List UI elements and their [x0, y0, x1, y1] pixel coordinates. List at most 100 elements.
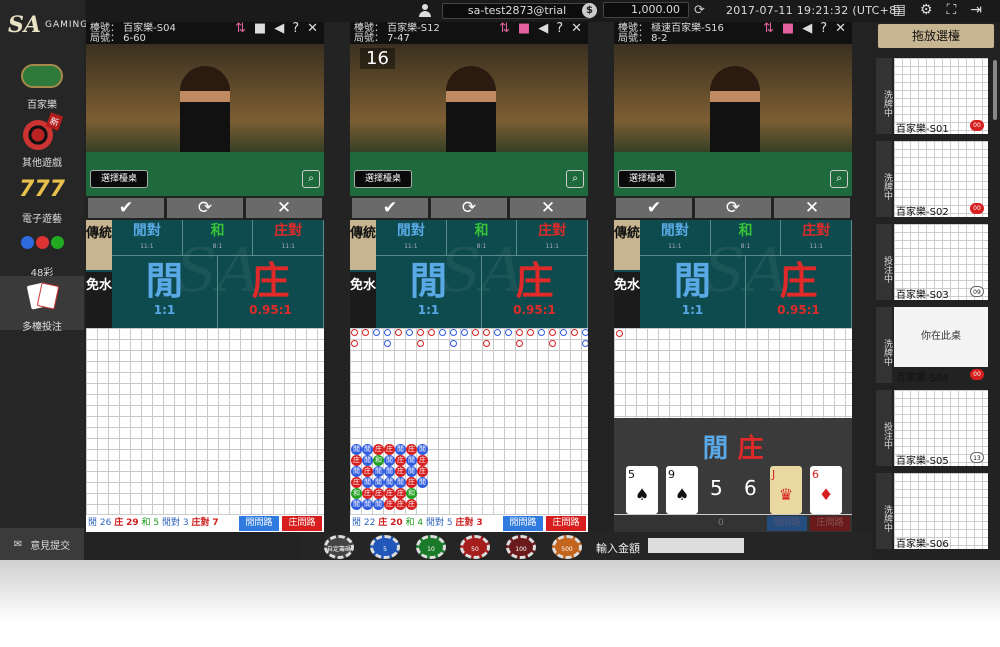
drag-select-button[interactable]: 拖放選檯: [878, 24, 994, 48]
mini-table[interactable]: 洗牌中 百家樂-S01 00: [876, 58, 988, 135]
sound-icon[interactable]: ◀: [274, 22, 284, 35]
nav-baccarat[interactable]: 百家樂: [0, 60, 84, 111]
bet-banker[interactable]: 庄 0.95:1: [746, 256, 852, 328]
video-icon[interactable]: ■: [782, 22, 794, 35]
zoom-icon[interactable]: ⌕: [302, 170, 320, 188]
tab-no-commission[interactable]: 免水: [350, 272, 376, 328]
bet-banker[interactable]: 庄 0.95:1: [482, 256, 588, 328]
road-dot: [549, 340, 556, 347]
player-predict-button[interactable]: 閒問路: [767, 516, 807, 531]
mini-table[interactable]: 投注中 百家樂-S03 09: [876, 224, 988, 301]
cancel-icon[interactable]: ✕: [774, 198, 850, 218]
bet-player-pair[interactable]: 閒對 11:1: [640, 220, 711, 255]
bet-player-pair[interactable]: 閒對 11:1: [112, 220, 183, 255]
bead-banker: 庄: [351, 455, 362, 466]
bead-tie: 和: [406, 488, 417, 499]
bet-player[interactable]: 閒 1:1: [376, 256, 482, 328]
bet-player[interactable]: 閒 1:1: [640, 256, 746, 328]
chip-5[interactable]: 5: [370, 535, 400, 559]
repeat-icon[interactable]: ⟳: [167, 198, 243, 218]
help-icon[interactable]: ?: [820, 22, 827, 35]
nav-multi-table[interactable]: 多檯投注: [0, 276, 84, 333]
player-predict-button[interactable]: 閒問路: [503, 516, 543, 531]
nav-other-games[interactable]: 新 其他遊戲: [0, 112, 84, 169]
bet-banker-pair[interactable]: 庄對 11:1: [781, 220, 852, 255]
road-map: 閒庄閒庄和閒閒閒庄閒庄閒庄和閒閒庄閒庄閒閒閒庄庄閒庄庄閒庄庄庄閒閒庄和庄閒庄庄閒: [350, 328, 588, 514]
road-dot: [527, 329, 534, 336]
confirm-icon[interactable]: ✔: [616, 198, 692, 218]
live-video: 16 選擇檯桌 ⌕: [350, 44, 588, 196]
feedback-button[interactable]: ✉ 意見提交: [0, 528, 84, 560]
settings-gear-icon[interactable]: ⚙: [920, 2, 933, 18]
road-dot: [406, 329, 413, 336]
mini-table[interactable]: 洗牌中 你在此桌 百家樂-S04 00: [876, 307, 988, 384]
sort-icon[interactable]: ⇅: [499, 22, 510, 35]
bet-tie[interactable]: 和 8:1: [711, 220, 782, 255]
sound-icon[interactable]: ◀: [538, 22, 548, 35]
choose-table-button[interactable]: 選擇檯桌: [618, 170, 676, 188]
help-icon[interactable]: ?: [556, 22, 563, 35]
player-predict-button[interactable]: 閒問路: [239, 516, 279, 531]
scrollbar[interactable]: [993, 60, 997, 120]
choose-table-button[interactable]: 選擇檯桌: [90, 170, 148, 188]
repeat-icon[interactable]: ⟳: [695, 198, 771, 218]
refresh-icon[interactable]: ⟳: [694, 3, 705, 18]
confirm-icon[interactable]: ✔: [352, 198, 428, 218]
chip-10[interactable]: 10: [416, 535, 446, 559]
sound-icon[interactable]: ◀: [802, 22, 812, 35]
nav-slots[interactable]: 777 電子遊藝: [0, 174, 84, 225]
banker-predict-button[interactable]: 庄問路: [810, 516, 850, 531]
mini-table[interactable]: 投注中 百家樂-S05 13: [876, 390, 988, 467]
bet-banker[interactable]: 庄 0.95:1: [218, 256, 324, 328]
logo-gaming: GAMING: [44, 20, 89, 30]
close-icon[interactable]: ✕: [307, 22, 318, 35]
tab-no-commission[interactable]: 免水: [86, 272, 112, 328]
confirm-icon[interactable]: ✔: [88, 198, 164, 218]
sort-icon[interactable]: ⇅: [235, 22, 246, 35]
chip-50[interactable]: 50: [460, 535, 490, 559]
history-icon[interactable]: ▤: [893, 2, 906, 18]
balance: 1,000.00: [603, 2, 689, 18]
fullscreen-icon[interactable]: ⛶: [946, 2, 956, 18]
video-icon[interactable]: ■: [518, 22, 530, 35]
bet-tie[interactable]: 和 8:1: [183, 220, 254, 255]
bead-banker: 庄: [406, 444, 417, 455]
sa-gaming-logo: SA GAMING: [8, 12, 88, 38]
help-icon[interactable]: ?: [292, 22, 299, 35]
tab-no-commission[interactable]: 免水: [614, 272, 640, 328]
table-name: 百家樂-S02: [896, 207, 949, 218]
tab-traditional[interactable]: 傳統: [350, 220, 376, 270]
choose-table-button[interactable]: 選擇檯桌: [354, 170, 412, 188]
zoom-icon[interactable]: ⌕: [830, 170, 848, 188]
video-icon[interactable]: ■: [254, 22, 266, 35]
table-status: 洗牌中: [876, 473, 892, 549]
bet-player-pair[interactable]: 閒對 11:1: [376, 220, 447, 255]
close-icon[interactable]: ✕: [835, 22, 846, 35]
table-badge: 00: [970, 369, 984, 380]
banker-predict-button[interactable]: 庄問路: [546, 516, 586, 531]
user-info: sa-test2873@trial: [418, 2, 592, 19]
coin-icon: $: [582, 2, 597, 18]
close-icon[interactable]: ✕: [571, 22, 582, 35]
table-name: 百家樂-S03: [896, 290, 949, 301]
chip-500[interactable]: 500: [552, 535, 582, 559]
banker-predict-button[interactable]: 庄問路: [282, 516, 322, 531]
bet-banker-pair[interactable]: 庄對 11:1: [517, 220, 588, 255]
bet-banker-pair[interactable]: 庄對 11:1: [253, 220, 324, 255]
repeat-icon[interactable]: ⟳: [431, 198, 507, 218]
cancel-icon[interactable]: ✕: [246, 198, 322, 218]
cancel-icon[interactable]: ✕: [510, 198, 586, 218]
nav-lottery48[interactable]: 48彩: [0, 228, 84, 279]
chip-100[interactable]: 100: [506, 535, 536, 559]
amount-input[interactable]: [648, 538, 744, 553]
tab-traditional[interactable]: 傳統: [614, 220, 640, 270]
tab-traditional[interactable]: 傳統: [86, 220, 112, 270]
exit-icon[interactable]: ⇥: [970, 2, 982, 18]
zoom-icon[interactable]: ⌕: [566, 170, 584, 188]
sort-icon[interactable]: ⇅: [763, 22, 774, 35]
mini-table[interactable]: 洗牌中 百家樂-S02 00: [876, 141, 988, 218]
bet-tie[interactable]: 和 8:1: [447, 220, 518, 255]
mini-table[interactable]: 洗牌中 百家樂-S06: [876, 473, 988, 550]
bet-player[interactable]: 閒 1:1: [112, 256, 218, 328]
chip-custom[interactable]: 自定籌碼: [324, 535, 354, 559]
